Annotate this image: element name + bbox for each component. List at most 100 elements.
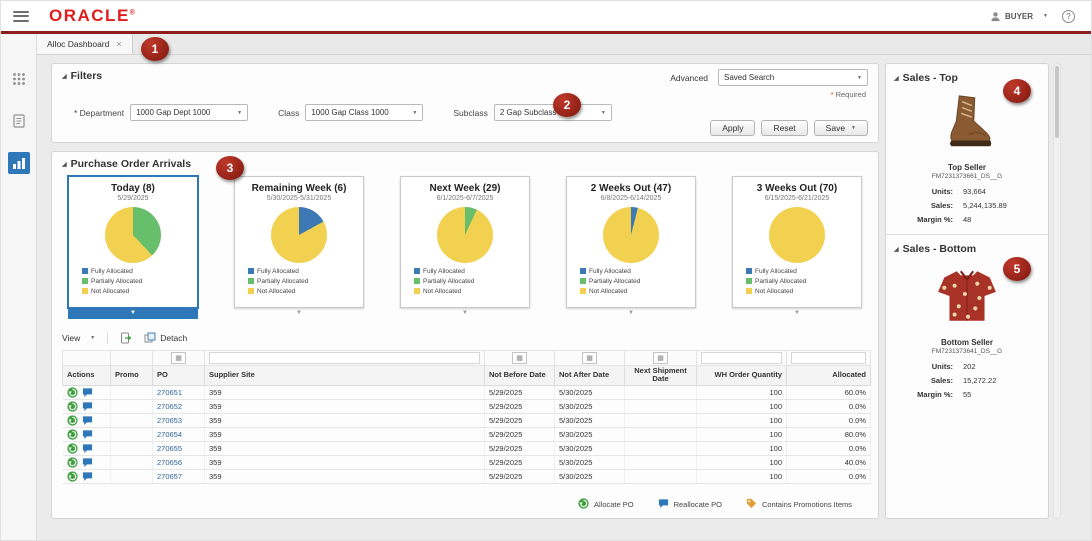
- wh-order-quantity-filter-input[interactable]: [701, 352, 782, 364]
- allocate-po-icon[interactable]: [66, 414, 78, 426]
- subclass-field: Subclass 2 Gap Subclass 2 ▼: [453, 104, 612, 121]
- query-by-example-row: ▦ ▦ ▦ ▦: [62, 350, 871, 366]
- allocate-po-icon[interactable]: [66, 442, 78, 454]
- oracle-logo: ORACLE®: [49, 6, 137, 25]
- col-allocated-header[interactable]: Allocated: [786, 365, 871, 386]
- reallocate-po-icon[interactable]: [82, 415, 93, 426]
- allocated-filter-input[interactable]: [791, 352, 866, 364]
- table-row[interactable]: 270653 359 5/29/2025 5/30/2025 100 0.0%: [62, 413, 871, 428]
- pie-legend: Fully Allocated Partially Allocated Not …: [733, 267, 861, 297]
- cell-not-before-date: 5/29/2025: [484, 427, 555, 442]
- po-card-three-weeks-out[interactable]: 3 Weeks Out (70) 6/15/2025-6/21/2025 Ful…: [732, 176, 862, 316]
- table-row[interactable]: 270657 359 5/29/2025 5/30/2025 100 0.0%: [62, 469, 871, 484]
- not-before-date-filter-icon[interactable]: ▦: [512, 352, 527, 364]
- col-not-before-date-header[interactable]: Not Before Date: [484, 365, 555, 386]
- filters-heading[interactable]: ◢ Filters: [62, 70, 102, 82]
- save-button[interactable]: Save ▼: [813, 120, 868, 136]
- table-row[interactable]: 270652 359 5/29/2025 5/30/2025 100 0.0%: [62, 399, 871, 414]
- view-menu-button[interactable]: View ▼: [62, 333, 95, 343]
- reallocate-po-icon[interactable]: [82, 387, 93, 398]
- reallocate-po-icon[interactable]: [82, 457, 93, 468]
- col-po-header[interactable]: PO: [152, 365, 205, 386]
- vertical-scrollbar[interactable]: [1053, 63, 1061, 519]
- po-link[interactable]: 270651: [157, 388, 182, 397]
- bottom-seller-item-code[interactable]: FM7231373641_DS__G: [894, 348, 1040, 355]
- col-wh-order-quantity-header[interactable]: WH Order Quantity: [696, 365, 787, 386]
- reallocate-po-icon[interactable]: [82, 429, 93, 440]
- card-expander[interactable]: ▼: [234, 308, 364, 319]
- top-seller-item-code[interactable]: FM7231373661_DS__G: [894, 173, 1040, 180]
- sidebar-item-dashboard[interactable]: [7, 152, 30, 174]
- supplier-site-filter-input[interactable]: [209, 352, 480, 364]
- saved-search-select[interactable]: Saved Search ▼: [718, 69, 868, 86]
- col-actions-header[interactable]: Actions: [62, 365, 111, 386]
- reallocate-po-icon[interactable]: [82, 401, 93, 412]
- cell-po: 270654: [152, 427, 205, 442]
- tab-label: Alloc Dashboard: [47, 39, 110, 49]
- reset-button[interactable]: Reset: [761, 120, 808, 136]
- card-expander[interactable]: ▼: [566, 308, 696, 319]
- sales-bottom-heading[interactable]: ◢ Sales - Bottom: [894, 243, 1040, 255]
- cell-not-after-date: 5/30/2025: [554, 413, 625, 428]
- cell-not-before-date: 5/29/2025: [484, 413, 555, 428]
- next-shipment-date-filter-icon[interactable]: ▦: [653, 352, 668, 364]
- required-note: * Required: [830, 90, 866, 99]
- po-arrivals-heading[interactable]: ◢ Purchase Order Arrivals: [62, 158, 191, 170]
- scrollbar-thumb[interactable]: [1055, 66, 1059, 138]
- subclass-label: Subclass: [453, 107, 488, 118]
- not-allocated-swatch: [414, 288, 420, 295]
- po-link[interactable]: 270656: [157, 458, 182, 467]
- class-select[interactable]: 1000 Gap Class 1000 ▼: [305, 104, 424, 121]
- po-link[interactable]: 270655: [157, 444, 182, 453]
- po-card-today[interactable]: Today (8) 5/29/2025 Fully Allocated Part…: [68, 176, 198, 319]
- help-icon[interactable]: ?: [1062, 9, 1075, 23]
- col-not-after-date-header[interactable]: Not After Date: [554, 365, 625, 386]
- allocate-po-icon[interactable]: [66, 428, 78, 440]
- allocate-po-icon[interactable]: [66, 386, 78, 398]
- advanced-link[interactable]: Advanced: [670, 73, 708, 83]
- po-link[interactable]: 270657: [157, 472, 182, 481]
- po-arrivals-panel: ◢ Purchase Order Arrivals Today (8) 5/29/…: [51, 151, 879, 519]
- po-link[interactable]: 270652: [157, 402, 182, 411]
- po-card-two-weeks-out[interactable]: 2 Weeks Out (47) 6/8/2025-6/14/2025 Full…: [566, 176, 696, 316]
- col-promo-header[interactable]: Promo: [110, 365, 153, 386]
- export-button[interactable]: [120, 332, 132, 344]
- fully-allocated-swatch: [82, 268, 88, 275]
- po-card-remaining-week[interactable]: Remaining Week (6) 5/30/2025-5/31/2025 F…: [234, 176, 364, 316]
- sidebar-item-apps-grid[interactable]: [8, 68, 30, 90]
- cell-not-after-date: 5/30/2025: [554, 455, 625, 470]
- class-label: Class: [278, 107, 300, 118]
- cell-promo: [110, 441, 153, 456]
- apply-button[interactable]: Apply: [710, 120, 756, 136]
- tab-close-icon[interactable]: ×: [116, 39, 121, 49]
- col-next-shipment-date-header[interactable]: Next Shipment Date: [624, 365, 697, 386]
- hamburger-menu-icon[interactable]: [13, 10, 29, 22]
- card-expander[interactable]: ▼: [68, 308, 198, 319]
- reallocate-po-icon[interactable]: [82, 471, 93, 482]
- not-after-date-filter-icon[interactable]: ▦: [582, 352, 597, 364]
- user-menu[interactable]: BUYER ▼: [990, 11, 1048, 22]
- po-link[interactable]: 270653: [157, 416, 182, 425]
- allocate-po-icon[interactable]: [66, 470, 78, 482]
- reallocate-po-icon[interactable]: [82, 443, 93, 454]
- card-expander[interactable]: ▼: [732, 308, 862, 319]
- card-dates: 6/15/2025-6/21/2025: [764, 195, 830, 202]
- po-link[interactable]: 270654: [157, 430, 182, 439]
- col-supplier-site-header[interactable]: Supplier Site: [204, 365, 485, 386]
- po-card-next-week[interactable]: Next Week (29) 6/1/2025-6/7/2025 Fully A…: [400, 176, 530, 316]
- table-row[interactable]: 270654 359 5/29/2025 5/30/2025 100 80.0%: [62, 427, 871, 442]
- cell-not-before-date: 5/29/2025: [484, 441, 555, 456]
- department-select[interactable]: 1000 Gap Dept 1000 ▼: [130, 104, 249, 121]
- pie-legend: Fully Allocated Partially Allocated Not …: [69, 267, 197, 297]
- table-row[interactable]: 270655 359 5/29/2025 5/30/2025 100 0.0%: [62, 441, 871, 456]
- po-filter-icon[interactable]: ▦: [171, 352, 186, 364]
- allocate-po-icon[interactable]: [66, 456, 78, 468]
- allocate-po-icon[interactable]: [66, 400, 78, 412]
- cell-next-shipment-date: [624, 385, 697, 400]
- sidebar-item-tasks[interactable]: [8, 110, 30, 132]
- tab-alloc-dashboard[interactable]: Alloc Dashboard ×: [37, 34, 133, 54]
- card-expander[interactable]: ▼: [400, 308, 530, 319]
- table-row[interactable]: 270656 359 5/29/2025 5/30/2025 100 40.0%: [62, 455, 871, 470]
- detach-button[interactable]: Detach: [144, 332, 187, 344]
- table-row[interactable]: 270651 359 5/29/2025 5/30/2025 100 60.0%: [62, 385, 871, 400]
